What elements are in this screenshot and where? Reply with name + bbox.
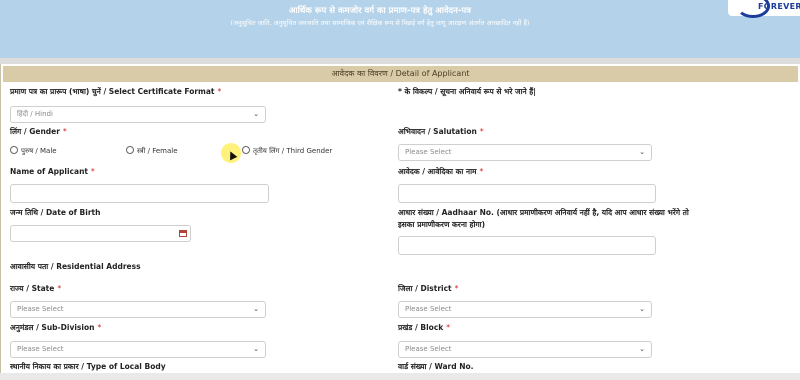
logo-text: FOREVER — [758, 2, 800, 11]
certificate-format-value: हिंदी / Hindi — [17, 110, 53, 118]
state-label: राज्य / State * — [10, 284, 62, 293]
brand-logo: FOREVER — [728, 0, 800, 18]
gender-label: लिंग / Gender * — [10, 127, 67, 136]
chevron-down-icon: ⌄ — [639, 305, 645, 313]
dob-label: जन्म तिथि / Date of Birth — [10, 208, 101, 217]
district-select[interactable]: Please Select ⌄ — [398, 301, 652, 318]
salutation-label: अभिवादन / Salutation * — [398, 127, 484, 136]
chevron-down-icon: ⌄ — [639, 345, 645, 353]
certificate-format-label: प्रमाण पत्र का प्रारूप (भाषा) चुनें / Se… — [10, 87, 222, 96]
certificate-format-select[interactable]: हिंदी / Hindi ⌄ — [10, 106, 266, 123]
residential-address-label: आवासीय पता / Residential Address — [10, 262, 141, 271]
radio-circle-icon — [126, 146, 134, 154]
page-header: आर्थिक रूप से कमजोर वर्ग का प्रमाण-पत्र … — [0, 0, 800, 58]
bottom-edge — [0, 373, 800, 380]
applicant-name-label: Name of Applicant * — [10, 167, 95, 176]
local-body-label: स्थानीय निकाय का प्रकार / Type of Local … — [10, 362, 166, 371]
applicant-form: आवेदक का विवरण / Detail of Applicant प्र… — [0, 64, 800, 380]
block-label: प्रखंड / Block * — [398, 323, 450, 332]
aadhaar-label-line2: इसका प्रमाणीकरण करना होगा) — [398, 220, 486, 229]
page-title: आर्थिक रूप से कमजोर वर्ग का प्रमाण-पत्र … — [289, 6, 471, 16]
radio-circle-icon — [242, 146, 250, 154]
aadhaar-input[interactable] — [398, 236, 656, 255]
dob-input[interactable] — [10, 225, 191, 242]
page-subtitle: (अनुसूचित जाति, अनुसूचित जनजाति तथा सामा… — [230, 19, 530, 27]
subdivision-select[interactable]: Please Select ⌄ — [10, 341, 266, 358]
section-title: आवेदक का विवरण / Detail of Applicant — [3, 66, 798, 82]
district-label: जिला / District * — [398, 284, 459, 293]
gender-radio-female[interactable]: स्त्री / Female — [126, 146, 178, 156]
block-select[interactable]: Please Select ⌄ — [398, 341, 652, 358]
gender-radio-male[interactable]: पुरुष / Male — [10, 146, 57, 156]
state-select[interactable]: Please Select ⌄ — [10, 301, 266, 318]
chevron-down-icon: ⌄ — [639, 148, 645, 156]
mandatory-note: * के विकल्प / सूचना अनिवार्य रूप से भरे … — [398, 87, 537, 96]
applicant-name-hindi-label: आवेदक / आवेदिका का नाम * — [398, 167, 484, 176]
applicant-name-input[interactable] — [10, 184, 269, 203]
gender-radio-third[interactable]: तृतीय लिंग / Third Gender — [242, 146, 332, 156]
chevron-down-icon: ⌄ — [253, 110, 259, 118]
subdivision-label: अनुमंडल / Sub-Division * — [10, 323, 102, 332]
chevron-down-icon: ⌄ — [253, 305, 259, 313]
radio-circle-icon — [10, 146, 18, 154]
chevron-down-icon: ⌄ — [253, 345, 259, 353]
applicant-name-hindi-input[interactable] — [398, 184, 656, 203]
ward-label: वार्ड संख्या / Ward No. — [398, 362, 474, 371]
salutation-select[interactable]: Please Select ⌄ — [398, 144, 652, 161]
aadhaar-label-line1: आधार संख्या / Aadhaar No. (आधार प्रमाणीक… — [398, 208, 689, 217]
calendar-icon[interactable] — [179, 230, 187, 237]
